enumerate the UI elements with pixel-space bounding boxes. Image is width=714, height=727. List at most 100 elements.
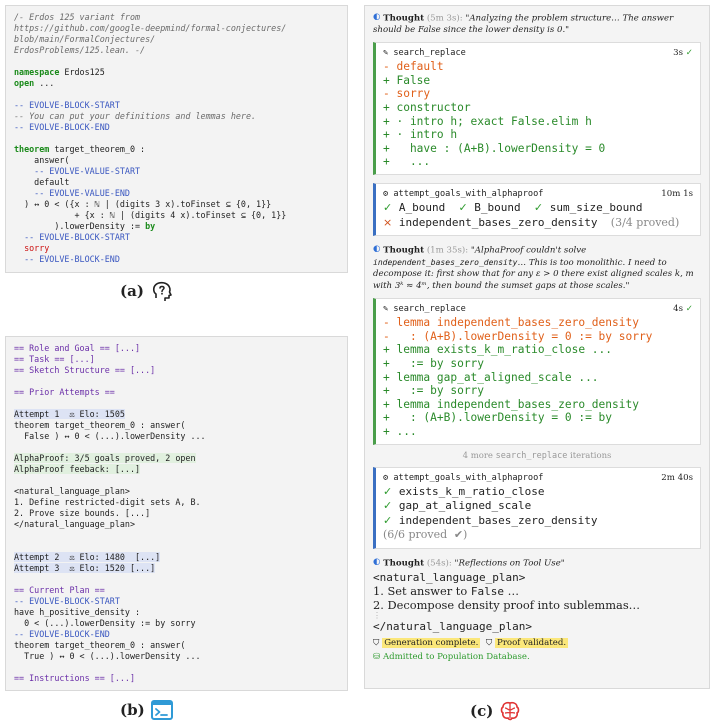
ellipsis-dots: ⋮	[373, 611, 381, 621]
cross-icon: ×	[383, 215, 393, 229]
prompt-line: == Instructions == [...]	[14, 673, 136, 683]
tool-time: 3s	[673, 48, 684, 59]
tool-title: search_replace	[393, 304, 466, 315]
plan-open-tag: <natural_language_plan>	[373, 571, 526, 585]
prompt-line: theorem target_theorem_0 : answer(	[14, 640, 186, 650]
check-icon: ✓	[685, 48, 693, 59]
goals-list: ✓ exists_k_m_ratio_close ✓ gap_at_aligne…	[383, 484, 598, 542]
diff-removed-line: - : (A+B).lowerDensity = 0 := by sorry	[383, 329, 653, 343]
thought-time: (54s):	[426, 557, 452, 568]
lean-code-line: default	[14, 177, 70, 187]
diff-added-line: + lemma exists_k_m_ratio_close ...	[383, 343, 613, 357]
goal-item: gap_at_aligned_scale	[398, 499, 532, 513]
prompt-line: 0 < (...).lowerDensity := by sorry	[14, 618, 196, 628]
tool-title: attempt_goals_with_alphaproof	[393, 189, 544, 199]
prompt-line: theorem target_theorem_0 : answer(	[14, 420, 186, 430]
lean-code-line: https://github.com/google-deepmind/forma…	[14, 23, 287, 33]
agent-trace-panel: ◐ Thought (5m 3s): "Analyzing the proble…	[364, 5, 710, 689]
diff-added-line: + ...	[383, 155, 431, 169]
thought-code: independent_bases_zero_density	[373, 257, 518, 267]
goal-item-failed: independent_bases_zero_density	[398, 215, 598, 229]
status-tags: ⛉ Generation complete. ⛉ Proof validated…	[373, 637, 701, 648]
pencil-icon: ✎	[383, 48, 389, 59]
prompt-line: have h_positive_density :	[14, 607, 141, 617]
brain-icon	[501, 701, 520, 721]
prompt-line	[14, 662, 339, 673]
lean-code-line: + {x : ℕ | (digits 4 x).toFinset ⊆ {0, 1…	[14, 210, 287, 220]
terminal-icon	[150, 700, 173, 720]
check-icon: ✓	[533, 201, 544, 214]
prompt-line	[14, 475, 339, 486]
prompt-line: -- EVOLVE-BLOCK-START	[14, 596, 120, 606]
prompt-line	[14, 376, 339, 387]
thought-label: Thought	[383, 245, 425, 256]
caption-b-label: (b)	[120, 701, 145, 719]
check-icon: ✓	[383, 513, 393, 527]
alphaproof-card-1: ⚙ attempt_goals_with_alphaproof 10m 1s ✓…	[373, 183, 701, 236]
lean-code-line: theorem target_theorem_0 :	[14, 144, 146, 154]
prompt-line: Attempt 3 ⚖ Elo: 1520 [...]	[14, 563, 156, 573]
tool-time: 4s	[673, 304, 684, 315]
tool-title: attempt_goals_with_alphaproof	[393, 472, 544, 483]
prompt-panel: == Role and Goal == [...] == Task == [...…	[5, 336, 348, 691]
thought-label: Thought	[383, 557, 425, 568]
prompt-line	[14, 398, 339, 409]
tool-time: 2m 40s	[661, 472, 693, 483]
plan-close-tag: </natural_language_plan>	[373, 620, 532, 634]
thought-1: ◐ Thought (5m 3s): "Analyzing the proble…	[373, 12, 701, 36]
iter-suffix: iterations	[570, 450, 612, 461]
thought-text: "Reflections on Tool Use"	[454, 557, 565, 568]
diff-added-line: + lemma independent_bases_zero_density	[383, 397, 639, 411]
check-icon: ✓	[383, 201, 393, 214]
check-icon: ✓	[383, 484, 393, 498]
diff-added-line: + have : (A+B).lowerDensity = 0	[383, 141, 606, 155]
gears-icon: ⚙	[383, 189, 389, 199]
lean-code-line: namespace Erdos125	[14, 67, 105, 77]
goal-item: exists_k_m_ratio_close	[398, 484, 545, 498]
diff-added-line: + := by sorry	[383, 357, 485, 371]
check-icon: ✓	[458, 201, 468, 214]
goal-summary: (6/6 proved	[383, 528, 448, 542]
lean-code-line: -- You can put your definitions and lemm…	[14, 111, 257, 121]
lean-code-line: /- Erdos 125 variant from	[14, 12, 141, 22]
goal-item: independent_bases_zero_density	[398, 513, 598, 527]
tool-time: 10m 1s	[661, 189, 693, 199]
lean-code-line: answer(	[14, 155, 70, 165]
tool-title: search_replace	[393, 48, 466, 59]
question-head-icon	[152, 281, 172, 301]
prompt-line: == Task == [...]	[14, 354, 95, 364]
iter-code: search_replace	[495, 450, 568, 461]
thought-2: ◐ Thought (1m 35s): "AlphaProof couldn't…	[373, 244, 701, 292]
prompt-line: 1. Define restricted-digit sets A, B.	[14, 497, 201, 507]
double-check-icon: ✔	[453, 528, 464, 542]
iter-prefix: 4 more	[462, 450, 493, 461]
shield-icon: ⛉	[373, 637, 380, 648]
lean-code-line: -- EVOLVE-VALUE-START	[14, 166, 141, 176]
prompt-line: == Role and Goal == [...]	[14, 343, 141, 353]
admitted-text: Admitted to Population Database.	[382, 651, 530, 662]
plan-step-1: 1. Set answer to False …	[373, 583, 519, 598]
plan-step-2: 2. Decompose density proof into sublemma…	[373, 597, 641, 612]
lean-source-panel: /- Erdos 125 variant from https://github.…	[5, 5, 348, 273]
caption-c: (c)	[470, 700, 521, 722]
prompt-line: Attempt 2 ⚖ Elo: 1480 [...]	[14, 552, 161, 562]
caption-a-label: (a)	[120, 282, 144, 300]
diff-removed-line: - sorry	[383, 87, 431, 101]
thought-label: Thought	[383, 13, 425, 24]
iterations-note: 4 more search_replace iterations	[373, 451, 701, 461]
diff-removed-line: - lemma independent_bases_zero_density	[383, 316, 639, 330]
lean-code-line: -- EVOLVE-BLOCK-END	[14, 254, 120, 264]
prompt-line	[14, 442, 339, 453]
goal-item: B_bound	[474, 201, 521, 214]
caption-b: (b)	[120, 700, 173, 720]
alphaproof-card-2: ⚙ attempt_goals_with_alphaproof 2m 40s ✓…	[373, 466, 701, 549]
brain-icon: ◐	[373, 244, 381, 254]
lean-code-line	[14, 89, 339, 100]
brain-icon: ◐	[373, 556, 381, 567]
prompt-line: False ) ↔ 0 < (...).lowerDensity ...	[14, 431, 206, 441]
lean-code-line: open ...	[14, 78, 55, 88]
lean-code-line: sorry	[14, 243, 50, 253]
diff-added-line: + := by sorry	[383, 384, 485, 398]
gears-icon: ⚙	[383, 472, 389, 483]
lean-code-line: -- EVOLVE-BLOCK-START	[14, 232, 130, 242]
